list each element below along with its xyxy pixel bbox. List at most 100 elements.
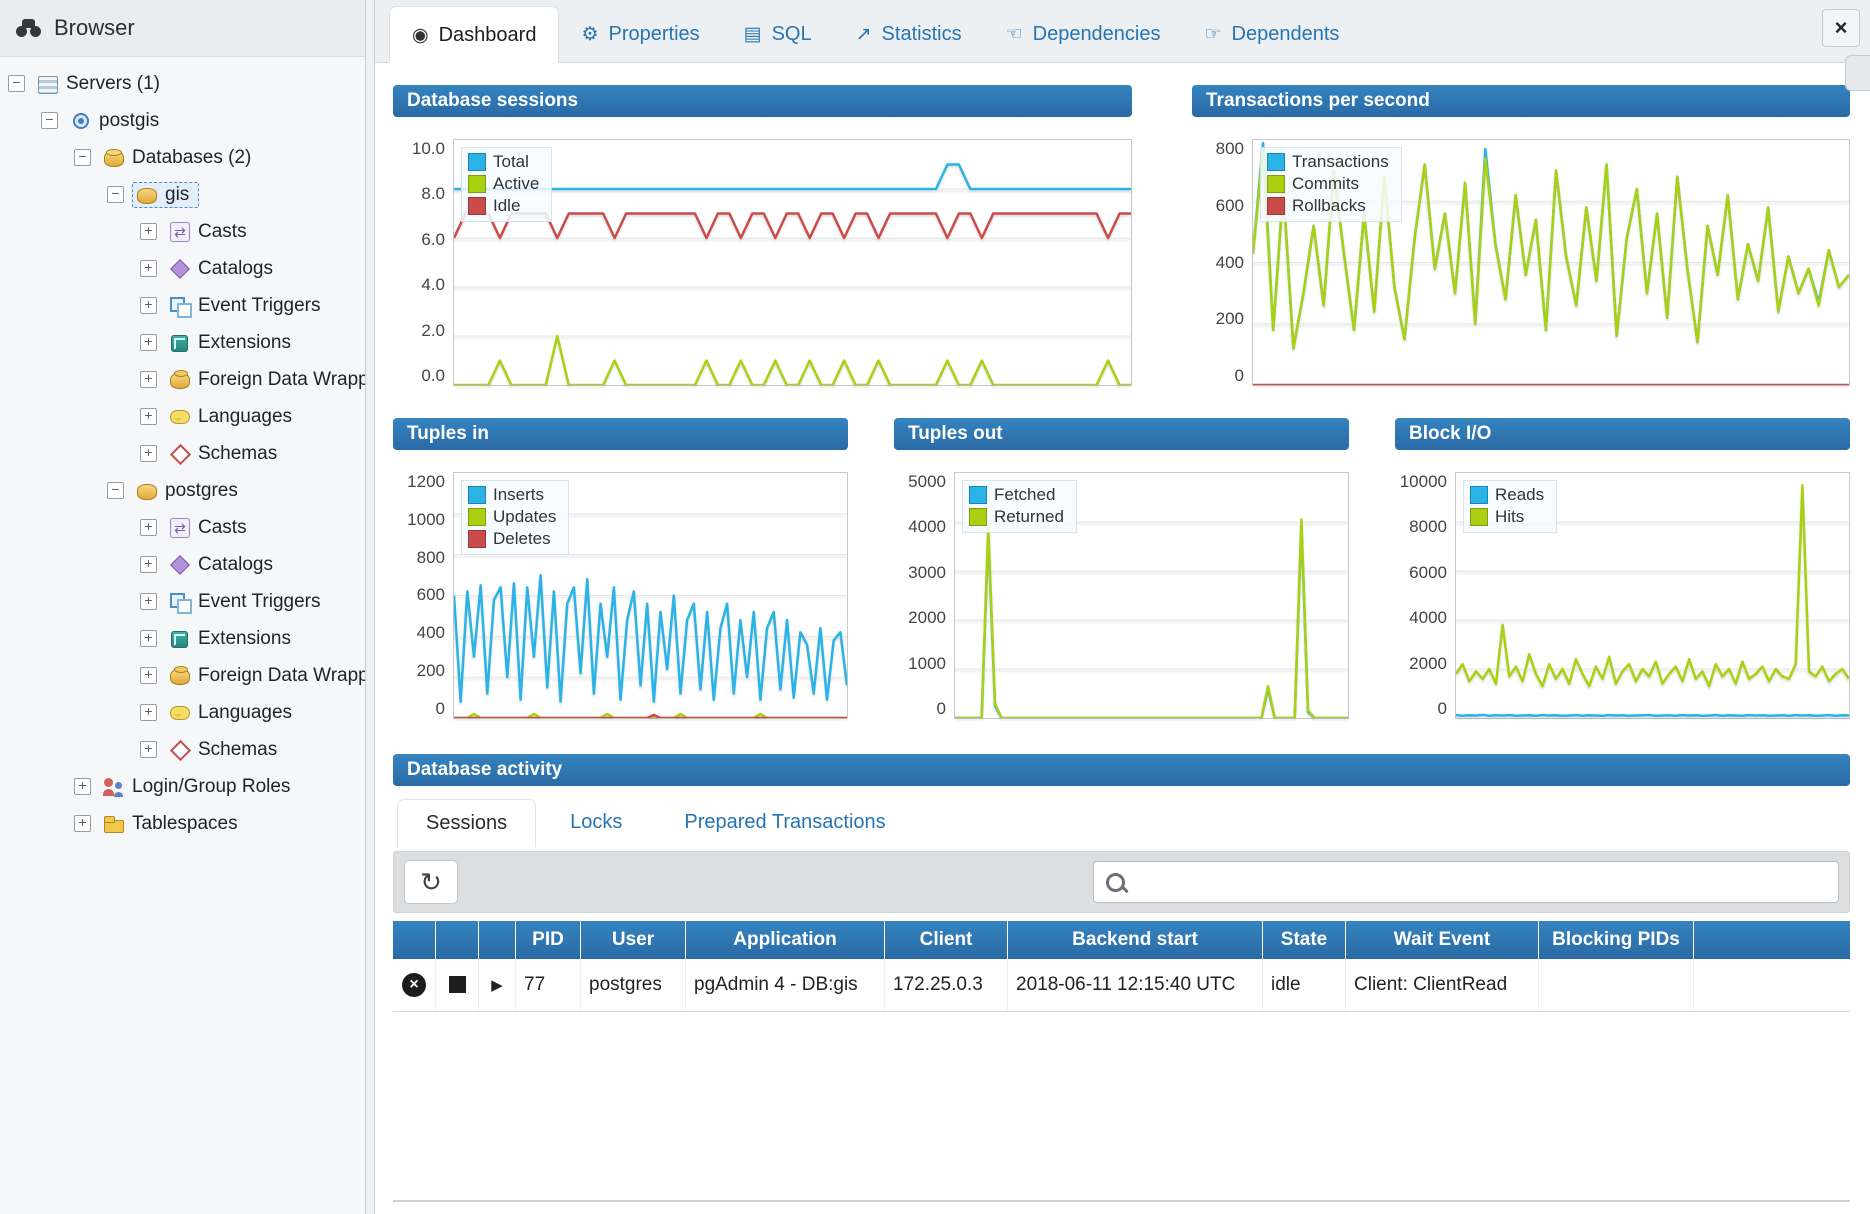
tree-item-label: Casts bbox=[198, 518, 247, 537]
expand-icon[interactable]: + bbox=[140, 667, 157, 684]
tree-item-servers-1[interactable]: −Servers (1) bbox=[0, 65, 365, 102]
tree-item-casts[interactable]: + Casts bbox=[0, 509, 365, 546]
databases-icon bbox=[103, 148, 125, 168]
panel-tuples-in: Tuples in 120010008006004002000 InsertsU… bbox=[393, 418, 848, 719]
tab-dashboard[interactable]: ◉ Dashboard bbox=[389, 6, 559, 63]
panel-splitter[interactable] bbox=[365, 0, 375, 1214]
tree-item-catalogs[interactable]: + Catalogs bbox=[0, 250, 365, 287]
tree-item-postgis[interactable]: −postgis bbox=[0, 102, 365, 139]
activity-tab-locks[interactable]: Locks bbox=[542, 799, 650, 847]
tree-item-label: Databases (2) bbox=[132, 148, 251, 167]
legend-label: Hits bbox=[1495, 507, 1524, 527]
expand-icon[interactable]: + bbox=[140, 334, 157, 351]
collapse-icon[interactable]: − bbox=[74, 149, 91, 166]
tree-item-languages[interactable]: +Languages bbox=[0, 694, 365, 731]
expand-icon[interactable]: + bbox=[140, 445, 157, 462]
expand-icon[interactable]: + bbox=[74, 778, 91, 795]
close-panel-button[interactable]: × bbox=[1822, 9, 1860, 47]
tree-node: Schemas bbox=[165, 441, 287, 467]
y-tick-label: 800 bbox=[417, 548, 445, 568]
tab-label: Dependents bbox=[1232, 23, 1340, 46]
collapse-icon[interactable]: − bbox=[107, 186, 124, 203]
sql-icon: ▤ bbox=[744, 23, 762, 46]
activity-tab-prepared-transactions[interactable]: Prepared Transactions bbox=[656, 799, 913, 847]
tree-item-schemas[interactable]: +Schemas bbox=[0, 731, 365, 768]
legend-item: Commits bbox=[1267, 174, 1389, 194]
expand-icon[interactable]: + bbox=[140, 371, 157, 388]
legend-swatch bbox=[1470, 486, 1488, 504]
tab-label: Dashboard bbox=[439, 24, 537, 47]
y-tick-label: 4000 bbox=[908, 517, 946, 537]
chart-legend: FetchedReturned bbox=[962, 480, 1077, 533]
expand-icon[interactable]: + bbox=[140, 519, 157, 536]
column-header-empty bbox=[393, 921, 436, 959]
tree-item-foreign-data-wrappers[interactable]: + Foreign Data Wrappers bbox=[0, 657, 365, 694]
expand-icon[interactable]: + bbox=[140, 741, 157, 758]
y-tick-label: 1200 bbox=[407, 472, 445, 492]
tree-item-login-group-roles[interactable]: +Login/Group Roles bbox=[0, 768, 365, 805]
tree-item-event-triggers[interactable]: +Event Triggers bbox=[0, 287, 365, 324]
tree-item-event-triggers[interactable]: +Event Triggers bbox=[0, 583, 365, 620]
search-input[interactable] bbox=[1135, 870, 1826, 894]
collapse-icon[interactable]: − bbox=[41, 112, 58, 129]
legend-swatch bbox=[468, 530, 486, 548]
tree-item-casts[interactable]: +Casts bbox=[0, 213, 365, 250]
collapse-icon[interactable]: − bbox=[107, 482, 124, 499]
tab-properties[interactable]: ⚙Properties bbox=[559, 6, 721, 62]
expand-icon[interactable]: + bbox=[140, 630, 157, 647]
tree-item-postgres[interactable]: −postgres bbox=[0, 472, 365, 509]
legend-item: Total bbox=[468, 152, 539, 172]
browser-title: Browser bbox=[54, 15, 135, 41]
tree-node: Languages bbox=[165, 404, 302, 430]
tree-node: Catalogs bbox=[165, 256, 283, 282]
tree-node: Foreign Data Wrappers bbox=[165, 663, 365, 689]
expand-icon[interactable]: + bbox=[140, 260, 157, 277]
dashboard-icon: ◉ bbox=[412, 24, 429, 47]
expand-icon[interactable]: + bbox=[74, 815, 91, 832]
tree-item-extensions[interactable]: +Extensions bbox=[0, 324, 365, 361]
tree-item-gis[interactable]: −gis bbox=[0, 176, 365, 213]
tree-item-databases-2[interactable]: − Databases (2) bbox=[0, 139, 365, 176]
tree-item-languages[interactable]: + Languages bbox=[0, 398, 365, 435]
scroll-stub[interactable] bbox=[1845, 55, 1870, 91]
tree-item-tablespaces[interactable]: +Tablespaces bbox=[0, 805, 365, 842]
tree-item-foreign-data-wrappers[interactable]: +Foreign Data Wrappers bbox=[0, 361, 365, 398]
tree-item-schemas[interactable]: + Schemas bbox=[0, 435, 365, 472]
legend-label: Transactions bbox=[1292, 152, 1389, 172]
legend-swatch bbox=[468, 175, 486, 193]
expand-icon[interactable]: + bbox=[140, 593, 157, 610]
statistics-icon: ↗ bbox=[856, 23, 872, 46]
legend-label: Rollbacks bbox=[1292, 196, 1366, 216]
collapse-icon[interactable]: − bbox=[8, 75, 25, 92]
tab-dependencies[interactable]: ☜ Dependencies bbox=[984, 6, 1183, 62]
terminate-icon[interactable]: × bbox=[402, 973, 426, 997]
expand-icon[interactable]: + bbox=[140, 704, 157, 721]
panel-tuples-out: Tuples out 500040003000200010000 Fetched… bbox=[894, 418, 1349, 719]
legend-item: Fetched bbox=[969, 485, 1064, 505]
legend-label: Updates bbox=[493, 507, 556, 527]
tab-sql[interactable]: ▤SQL bbox=[722, 6, 834, 62]
tab-label: Dependencies bbox=[1033, 23, 1161, 46]
expand-icon[interactable]: + bbox=[140, 297, 157, 314]
expand-icon[interactable]: + bbox=[140, 556, 157, 573]
tab-dependents[interactable]: ☞Dependents bbox=[1183, 6, 1362, 62]
tree-item-extensions[interactable]: + Extensions bbox=[0, 620, 365, 657]
refresh-button[interactable]: ↻ bbox=[404, 860, 458, 904]
stop-icon[interactable] bbox=[449, 976, 466, 993]
y-tick-label: 1000 bbox=[908, 654, 946, 674]
search-icon bbox=[1106, 873, 1125, 892]
tree-item-catalogs[interactable]: +Catalogs bbox=[0, 546, 365, 583]
details-icon[interactable]: ▶ bbox=[491, 976, 503, 994]
expand-icon[interactable]: + bbox=[140, 408, 157, 425]
chart-y-axis: 120010008006004002000 bbox=[393, 472, 453, 719]
tree-node: Extensions bbox=[165, 626, 301, 652]
y-tick-label: 1000 bbox=[407, 510, 445, 530]
tab-statistics[interactable]: ↗Statistics bbox=[834, 6, 984, 62]
activity-tab-sessions[interactable]: Sessions bbox=[397, 799, 536, 847]
expand-icon[interactable]: + bbox=[140, 223, 157, 240]
column-header-application: Application bbox=[686, 921, 885, 959]
tree-node: gis bbox=[132, 182, 199, 208]
dependencies-icon: ☜ bbox=[1006, 23, 1023, 46]
languages-icon bbox=[169, 407, 191, 427]
y-tick-label: 2000 bbox=[1409, 654, 1447, 674]
